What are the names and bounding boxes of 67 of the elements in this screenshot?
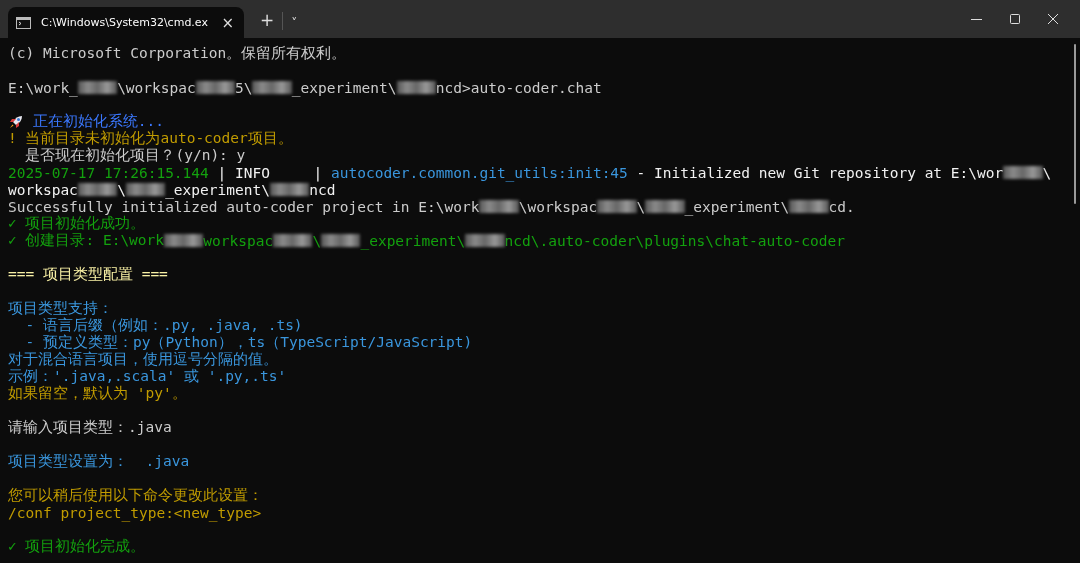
terminal-text: \workspac bbox=[117, 79, 196, 96]
blurred-text bbox=[273, 234, 313, 247]
terminal-text: 是否现在初始化项目？(y/n): y bbox=[24, 146, 246, 165]
terminal-text: ncd\.auto-coder\plugins\chat-auto-coder bbox=[504, 232, 845, 249]
terminal-text: _experiment\ bbox=[291, 79, 397, 96]
blurred-text bbox=[164, 234, 204, 247]
tab-close-button[interactable]: × bbox=[221, 13, 234, 32]
terminal-text: 对于混合语言项目，使用逗号分隔的值。 bbox=[8, 350, 278, 368]
terminal-text: autocoder.common.git_utils:init:45 bbox=[331, 164, 628, 181]
blurred-text bbox=[465, 234, 505, 247]
terminal-text: 项目类型设置为： .java bbox=[8, 452, 190, 471]
blurred-text bbox=[252, 81, 292, 94]
terminal-text: workspac bbox=[8, 181, 78, 198]
terminal-text: - 预定义类型：py（Python），ts（TypeScript/JavaScript) bbox=[24, 333, 473, 351]
blurred-text bbox=[321, 234, 361, 247]
terminal-text: 示例：'.java,.scala' 或 '.py,.ts' bbox=[8, 367, 287, 385]
close-icon[interactable] bbox=[1048, 14, 1058, 24]
terminal-text: \ bbox=[117, 181, 126, 198]
maximize-icon[interactable] bbox=[1010, 14, 1020, 24]
terminal-text: _experiment\ bbox=[165, 181, 270, 198]
terminal-text: /conf project_type:<new_type> bbox=[8, 504, 262, 521]
blurred-text bbox=[195, 81, 235, 94]
terminal-text: _experiment\ bbox=[360, 232, 466, 249]
terminal-text: | INFO | bbox=[216, 164, 324, 181]
terminal-text: Successfully initialized auto-coder project in E:\work bbox=[8, 198, 480, 215]
terminal-text: - Initialized new Git repository at E:\wor bbox=[635, 164, 1004, 181]
terminal-text: 如果留空，默认为 'py'。 bbox=[8, 384, 187, 403]
terminal-text: 请输入项目类型：.java bbox=[8, 418, 172, 437]
terminal-text: \ bbox=[636, 198, 646, 215]
terminal-text: E:\work_ bbox=[8, 79, 78, 96]
terminal-text: workspac bbox=[203, 232, 274, 249]
terminal-text: ncd bbox=[309, 181, 336, 198]
terminal-text: ✓ 项目初始化完成。 bbox=[8, 537, 146, 556]
blurred-text bbox=[597, 200, 637, 213]
blurred-text bbox=[396, 81, 436, 94]
terminal-text: \ bbox=[1042, 164, 1052, 181]
terminal-text: 正在初始化系统... bbox=[31, 112, 164, 130]
blurred-text bbox=[269, 183, 310, 196]
terminal-text: \ bbox=[312, 232, 322, 249]
tab-title[interactable]: C:\Windows\System32\cmd.ex bbox=[41, 16, 212, 29]
terminal-text: (c) Microsoft Corporation。保留所有权利。 bbox=[8, 44, 347, 63]
blurred-text bbox=[125, 183, 166, 196]
new-tab-button[interactable]: + bbox=[260, 10, 275, 30]
terminal-text: 项目类型支持： bbox=[8, 299, 113, 317]
terminal-text: ✓ 项目初始化成功。 bbox=[8, 215, 146, 232]
scrollbar[interactable] bbox=[1074, 44, 1076, 204]
rocket-icon bbox=[8, 113, 24, 130]
terminal-text: ncd>auto-coder.chat bbox=[435, 79, 602, 96]
tab-menu-button[interactable]: ˅ bbox=[291, 16, 298, 30]
terminal-text: ! 当前目录未初始化为auto-coder项目。 bbox=[8, 129, 293, 147]
blurred-text bbox=[789, 200, 829, 213]
terminal-text: - 语言后缀（例如：.py, .java, .ts) bbox=[24, 316, 303, 334]
terminal-text: cd. bbox=[828, 198, 855, 215]
blurred-text bbox=[479, 200, 519, 213]
blurred-text bbox=[77, 81, 118, 94]
blurred-text bbox=[77, 183, 118, 196]
blurred-text bbox=[1003, 166, 1043, 179]
terminal-text: 您可以稍后使用以下命令更改此设置： bbox=[8, 486, 263, 505]
terminal-text: 5\ bbox=[235, 79, 253, 96]
terminal-text: ✓ 创建目录: E:\work bbox=[8, 231, 165, 250]
minimize-icon[interactable] bbox=[971, 18, 982, 20]
terminal-icon bbox=[16, 16, 31, 29]
blurred-text bbox=[645, 200, 685, 213]
terminal-text: _experiment\ bbox=[684, 198, 790, 215]
terminal-text: === 项目类型配置 === bbox=[8, 265, 168, 284]
terminal-text: \workspac bbox=[518, 198, 598, 215]
terminal-text: 2025-07-17 17:26:15.144 bbox=[8, 164, 209, 181]
